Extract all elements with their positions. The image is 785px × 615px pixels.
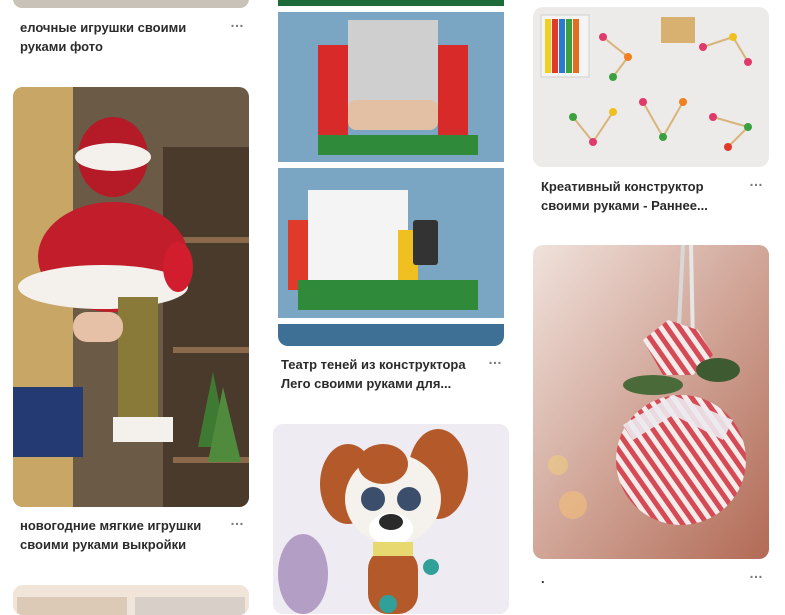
- pin-title[interactable]: Театр теней из конструктора Лего своими …: [281, 355, 481, 393]
- pin-image-crochet-dog[interactable]: [273, 424, 509, 614]
- more-options-icon[interactable]: …: [749, 565, 764, 581]
- pin-title[interactable]: елочные игрушки своими руками фото: [20, 18, 220, 56]
- more-options-icon[interactable]: …: [230, 512, 245, 528]
- more-options-icon[interactable]: …: [749, 173, 764, 189]
- pin-image-lego-theater[interactable]: [278, 0, 504, 346]
- pin-image-striped-ball[interactable]: [533, 245, 769, 559]
- pin-image-santa-toy[interactable]: [13, 87, 249, 507]
- pin-image-beaded-pattern[interactable]: [13, 585, 249, 615]
- pin-title[interactable]: Креативный конструктор своими руками - Р…: [541, 177, 741, 215]
- pin-title[interactable]: новогодние мягкие игрушки своими руками …: [20, 516, 230, 554]
- more-options-icon[interactable]: …: [488, 351, 503, 367]
- more-options-icon[interactable]: …: [230, 14, 245, 30]
- pin-title[interactable]: .: [541, 569, 741, 588]
- pin-image-christmas-toys[interactable]: [13, 0, 249, 8]
- pin-image-plasticine-constructor[interactable]: [533, 7, 769, 167]
